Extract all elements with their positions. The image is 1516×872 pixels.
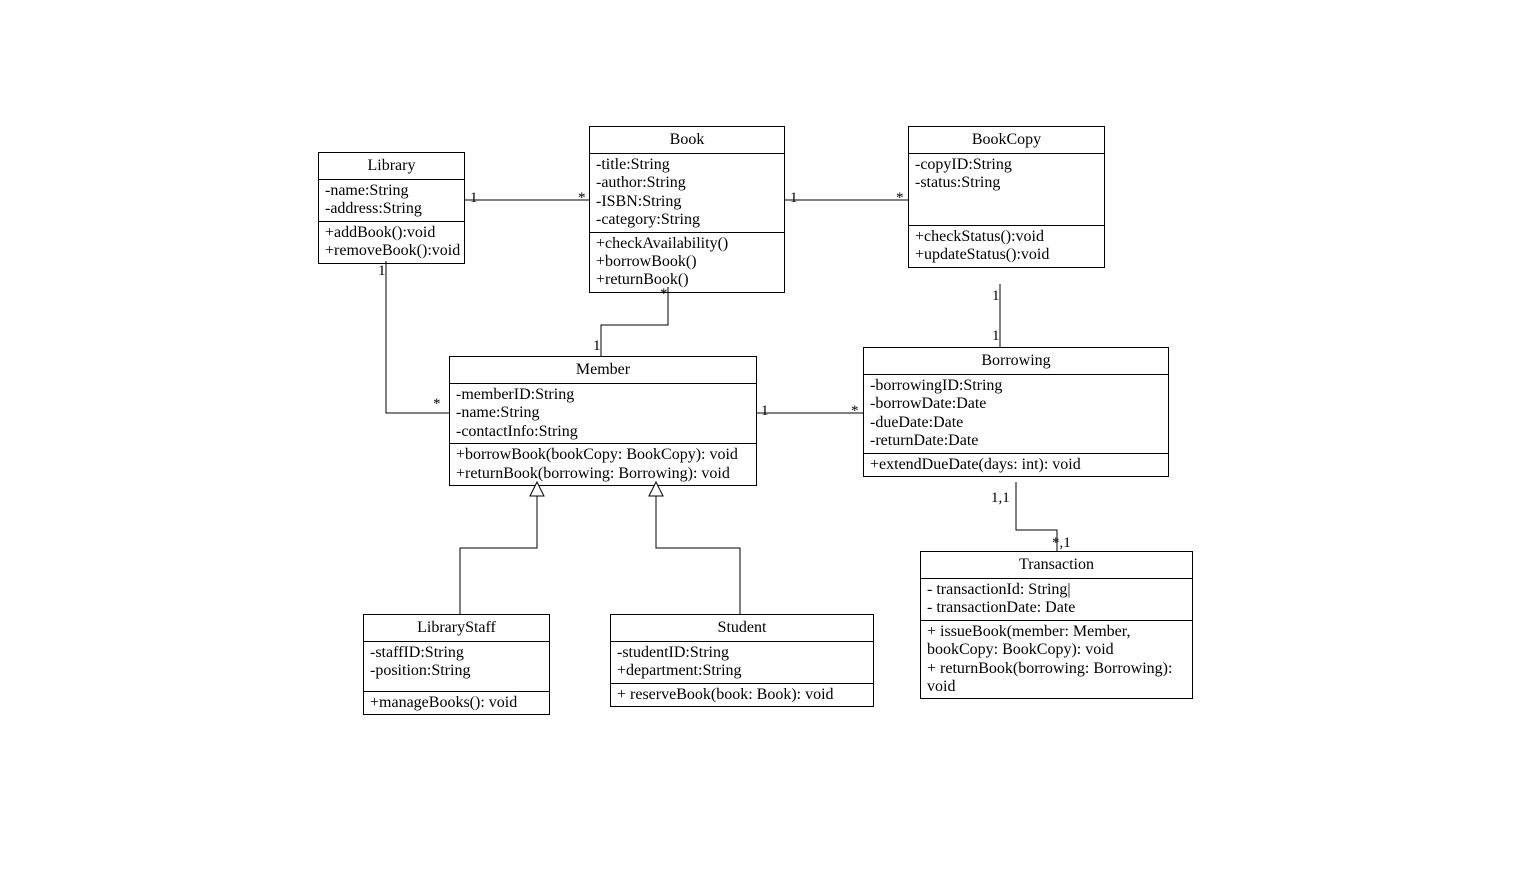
mult: 1 bbox=[470, 190, 478, 207]
class-book: Book -title:String -author:String -ISBN:… bbox=[589, 126, 785, 293]
class-ops: + issueBook(member: Member, bookCopy: Bo… bbox=[921, 621, 1192, 699]
class-ops: +checkStatus():void +updateStatus():void bbox=[909, 226, 1104, 267]
class-attrs: -borrowingID:String -borrowDate:Date -du… bbox=[864, 375, 1168, 454]
uml-canvas: Library -name:String -address:String +ad… bbox=[0, 0, 1516, 872]
class-ops: + reserveBook(book: Book): void bbox=[611, 684, 873, 706]
mult: 1,1 bbox=[991, 490, 1010, 507]
class-student: Student -studentID:String +department:St… bbox=[610, 614, 874, 707]
class-library: Library -name:String -address:String +ad… bbox=[318, 152, 465, 264]
class-title: LibraryStaff bbox=[364, 615, 549, 642]
mult: 1 bbox=[761, 403, 769, 420]
class-attrs: -studentID:String +department:String bbox=[611, 642, 873, 684]
mult: 1 bbox=[378, 263, 386, 280]
mult: * bbox=[433, 396, 441, 413]
class-attrs: -name:String -address:String bbox=[319, 180, 464, 222]
mult: 1 bbox=[992, 328, 1000, 345]
class-ops: +extendDueDate(days: int): void bbox=[864, 454, 1168, 476]
mult: 1 bbox=[593, 338, 601, 355]
class-transaction: Transaction - transactionId: String| - t… bbox=[920, 551, 1193, 699]
class-title: Book bbox=[590, 127, 784, 154]
class-ops: +manageBooks(): void bbox=[364, 692, 549, 714]
mult: * bbox=[660, 286, 668, 303]
mult: * bbox=[896, 190, 904, 207]
class-attrs: - transactionId: String| - transactionDa… bbox=[921, 579, 1192, 621]
class-title: Transaction bbox=[921, 552, 1192, 579]
class-attrs: -copyID:String -status:String bbox=[909, 154, 1104, 226]
class-ops: +borrowBook(bookCopy: BookCopy): void +r… bbox=[450, 444, 756, 485]
class-member: Member -memberID:String -name:String -co… bbox=[449, 356, 757, 486]
mult: * bbox=[851, 403, 859, 420]
class-attrs: -staffID:String -position:String bbox=[364, 642, 549, 692]
mult: 1 bbox=[790, 190, 798, 207]
class-borrowing: Borrowing -borrowingID:String -borrowDat… bbox=[863, 347, 1169, 477]
mult: * bbox=[578, 190, 586, 207]
class-title: Student bbox=[611, 615, 873, 642]
class-attrs: -title:String -author:String -ISBN:Strin… bbox=[590, 154, 784, 233]
class-ops: +addBook():void +removeBook():void bbox=[319, 222, 464, 263]
class-ops: +checkAvailability() +borrowBook() +retu… bbox=[590, 233, 784, 292]
mult: 1 bbox=[992, 288, 1000, 305]
class-bookcopy: BookCopy -copyID:String -status:String +… bbox=[908, 126, 1105, 268]
viewport-clip bbox=[0, 720, 1516, 872]
class-title: BookCopy bbox=[909, 127, 1104, 154]
class-title: Member bbox=[450, 357, 756, 384]
class-title: Library bbox=[319, 153, 464, 180]
class-title: Borrowing bbox=[864, 348, 1168, 375]
mult: *,1 bbox=[1052, 535, 1071, 552]
class-librarystaff: LibraryStaff -staffID:String -position:S… bbox=[363, 614, 550, 715]
class-attrs: -memberID:String -name:String -contactIn… bbox=[450, 384, 756, 444]
